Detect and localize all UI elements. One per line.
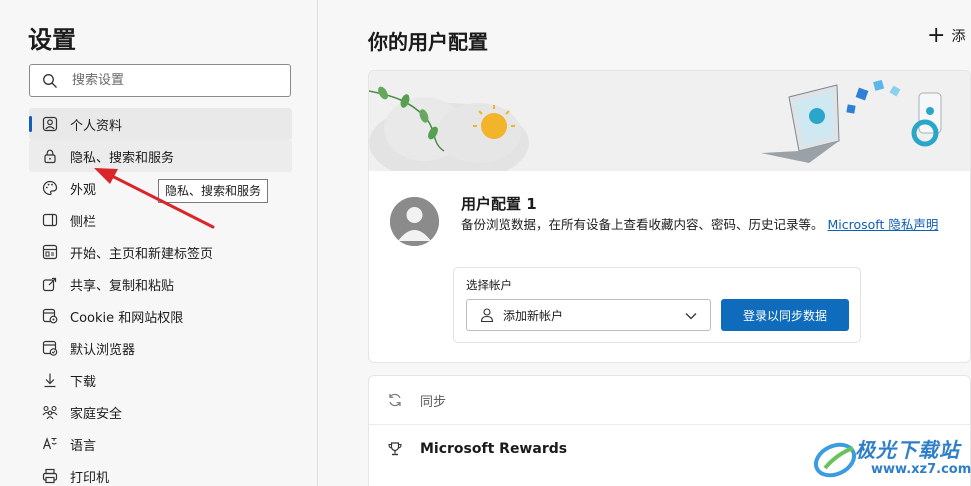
share-icon <box>41 275 59 293</box>
account-dropdown-value: 添加新帐户 <box>503 308 564 323</box>
sidebar-item-default-browser[interactable]: 默认浏览器 <box>29 332 292 364</box>
sidebar-item-sidebar[interactable]: 侧栏 <box>29 204 292 236</box>
watermark-url: www.xz7.com <box>871 462 971 477</box>
profile-icon <box>41 115 59 133</box>
lock-icon <box>41 147 59 165</box>
add-profile-button[interactable]: + 添 <box>927 23 966 48</box>
home-grid-icon <box>41 243 59 261</box>
watermark-logo-icon <box>813 442 857 478</box>
sidebar-item-label: 侧栏 <box>70 214 97 230</box>
selected-indicator <box>29 116 32 132</box>
profile-name: 用户配置 1 <box>461 195 537 213</box>
sidebar-item-label: 打印机 <box>70 470 110 486</box>
search-box[interactable] <box>29 64 291 97</box>
sidebar-item-printers[interactable]: 打印机 <box>29 460 292 486</box>
profile-description-text: 备份浏览数据，在所有设备上查看收藏内容、密码、历史记录等。 <box>461 217 824 232</box>
chevron-down-icon <box>685 313 697 320</box>
sidebar-item-downloads[interactable]: 下载 <box>29 364 292 396</box>
sidebar-item-label: Cookie 和网站权限 <box>70 310 184 326</box>
sign-in-sync-button[interactable]: 登录以同步数据 <box>721 299 849 331</box>
account-label: 选择帐户 <box>466 278 512 292</box>
sidebar-item-cookies[interactable]: Cookie 和网站权限 <box>29 300 292 332</box>
list-item-label: 同步 <box>420 394 447 410</box>
main-content: 你的用户配置 + 添 用户配置 1 备份浏览数据，在所有设备上查看收藏内容、密码… <box>319 0 971 486</box>
person-icon <box>480 308 494 323</box>
download-icon <box>41 371 59 389</box>
account-section: 选择帐户 添加新帐户 登录以同步数据 <box>453 267 861 343</box>
watermark: 极光下载站 www.xz7.com <box>811 432 971 486</box>
list-item-sync[interactable]: 同步 <box>369 376 971 424</box>
browser-icon <box>41 339 59 357</box>
nav-tooltip: 隐私、搜索和服务 <box>158 179 269 203</box>
cookie-icon <box>41 307 59 325</box>
sidebar-item-start-home[interactable]: 开始、主页和新建标签页 <box>29 236 292 268</box>
settings-sidebar: 设置 个人资料 隐私、搜索和服务 外观 侧栏 开始、主页和新建标签页 共享、复 <box>0 0 318 486</box>
plus-icon: + <box>927 23 946 48</box>
family-icon <box>41 403 59 421</box>
sidebar-item-privacy[interactable]: 隐私、搜索和服务 <box>29 140 292 172</box>
sidebar-item-label: 隐私、搜索和服务 <box>70 150 175 166</box>
sidebar-item-family-safety[interactable]: 家庭安全 <box>29 396 292 428</box>
watermark-text: 极光下载站 <box>855 438 960 462</box>
sidebar-item-label: 语言 <box>70 438 97 454</box>
sidebar-item-label: 个人资料 <box>70 118 123 134</box>
sidebar-item-share-copy[interactable]: 共享、复制和粘贴 <box>29 268 292 300</box>
privacy-statement-link[interactable]: Microsoft 隐私声明 <box>828 217 939 232</box>
sidebar-item-label: 家庭安全 <box>70 406 123 422</box>
sidebar-nav: 个人资料 隐私、搜索和服务 外观 侧栏 开始、主页和新建标签页 共享、复制和粘贴… <box>29 108 292 486</box>
account-dropdown[interactable]: 添加新帐户 <box>466 299 711 331</box>
trophy-icon <box>386 440 404 458</box>
printer-icon <box>41 467 59 485</box>
palette-icon <box>41 179 59 197</box>
language-icon <box>41 435 59 453</box>
sync-icon <box>386 391 404 409</box>
sidebar-item-profile[interactable]: 个人资料 <box>29 108 292 140</box>
sidebar-title: 设置 <box>28 26 76 54</box>
sidebar-item-label: 共享、复制和粘贴 <box>70 278 175 294</box>
profile-description: 备份浏览数据，在所有设备上查看收藏内容、密码、历史记录等。 Microsoft … <box>461 215 961 234</box>
page-title: 你的用户配置 <box>368 30 488 54</box>
profile-banner-illustration <box>369 71 970 171</box>
sidebar-item-languages[interactable]: 语言 <box>29 428 292 460</box>
sidebar-item-label: 外观 <box>70 182 97 198</box>
sidebar-icon <box>41 211 59 229</box>
list-item-label: Microsoft Rewards <box>420 440 568 457</box>
search-icon <box>43 73 57 88</box>
add-profile-label: 添 <box>951 29 966 45</box>
avatar <box>390 197 439 246</box>
sidebar-item-label: 下载 <box>70 374 97 390</box>
sidebar-item-label: 默认浏览器 <box>70 342 136 358</box>
search-input[interactable] <box>72 73 272 88</box>
sidebar-item-label: 开始、主页和新建标签页 <box>70 246 214 262</box>
profile-card: 用户配置 1 备份浏览数据，在所有设备上查看收藏内容、密码、历史记录等。 Mic… <box>368 70 971 363</box>
